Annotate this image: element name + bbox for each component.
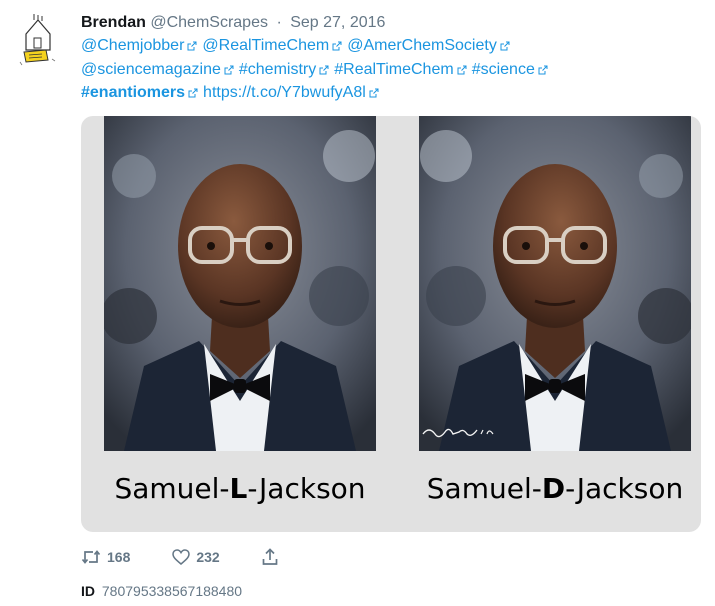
separator-dot: · xyxy=(276,14,282,31)
author-handle[interactable]: @ChemScrapes xyxy=(150,14,268,31)
external-link-icon xyxy=(319,65,329,74)
hashtag-link[interactable]: #RealTimeChem xyxy=(334,61,453,78)
mention-link[interactable]: @sciencemagazine xyxy=(81,61,221,78)
external-link-icon xyxy=(224,65,234,74)
mention-link[interactable]: @Chemjobber xyxy=(81,37,184,54)
tweet-actions: 168 232 xyxy=(81,545,278,569)
like-button[interactable]: 232 xyxy=(172,549,220,565)
tweet-header: Brendan @ChemScrapes · Sep 27, 2016 xyxy=(81,12,701,34)
like-count: 232 xyxy=(196,549,220,565)
heart-icon xyxy=(172,549,191,565)
photo-left[interactable] xyxy=(104,116,376,451)
id-label: ID xyxy=(81,583,95,599)
external-link-icon xyxy=(332,41,342,51)
external-link-icon xyxy=(500,41,510,51)
share-icon xyxy=(262,548,278,565)
media-card[interactable]: Samuel-L-Jackson Samuel-D-Jackson xyxy=(81,116,701,532)
author-name[interactable]: Brendan xyxy=(81,14,146,31)
tweet-date[interactable]: Sep 27, 2016 xyxy=(290,14,385,31)
url-link[interactable]: https://t.co/Y7bwufyA8l xyxy=(203,84,366,101)
hashtag-link[interactable]: #chemistry xyxy=(239,61,316,78)
hashtag-link[interactable]: #enantiomers xyxy=(81,84,185,101)
mention-link[interactable]: @RealTimeChem xyxy=(202,37,329,54)
external-link-icon xyxy=(188,88,198,98)
retweet-icon xyxy=(81,550,101,564)
id-value: 780795338567188480 xyxy=(101,583,243,599)
caption-right: Samuel-D-Jackson xyxy=(426,472,684,505)
external-link-icon xyxy=(538,65,548,74)
share-button[interactable] xyxy=(262,548,278,566)
tweet-text-line: #enantiomers https://t.co/Y7bwufyA8l xyxy=(81,81,701,105)
mention-link[interactable]: @AmerChemSociety xyxy=(347,37,497,54)
retweet-button[interactable]: 168 xyxy=(81,549,130,565)
photo-right[interactable] xyxy=(419,116,691,451)
external-link-icon xyxy=(369,88,379,98)
tweet-text-line: @sciencemagazine #chemistry #RealTimeChem #… xyxy=(81,58,701,82)
external-link-icon xyxy=(457,65,467,74)
sketch-avatar-icon xyxy=(19,14,56,66)
tweet-text-line: @Chemjobber @RealTimeChem @AmerChemSociety xyxy=(81,34,701,58)
tweet-body: Brendan @ChemScrapes · Sep 27, 2016 @Che… xyxy=(81,12,701,105)
avatar[interactable] xyxy=(12,12,62,74)
hashtag-link[interactable]: #science xyxy=(472,61,535,78)
external-link-icon xyxy=(187,41,197,51)
tweet-id: ID 780795338567188480 xyxy=(81,583,242,599)
tweet-text: @Chemjobber @RealTimeChem @AmerChemSociety… xyxy=(81,34,701,105)
caption-left: Samuel-L-Jackson xyxy=(114,472,366,505)
retweet-count: 168 xyxy=(107,549,131,565)
